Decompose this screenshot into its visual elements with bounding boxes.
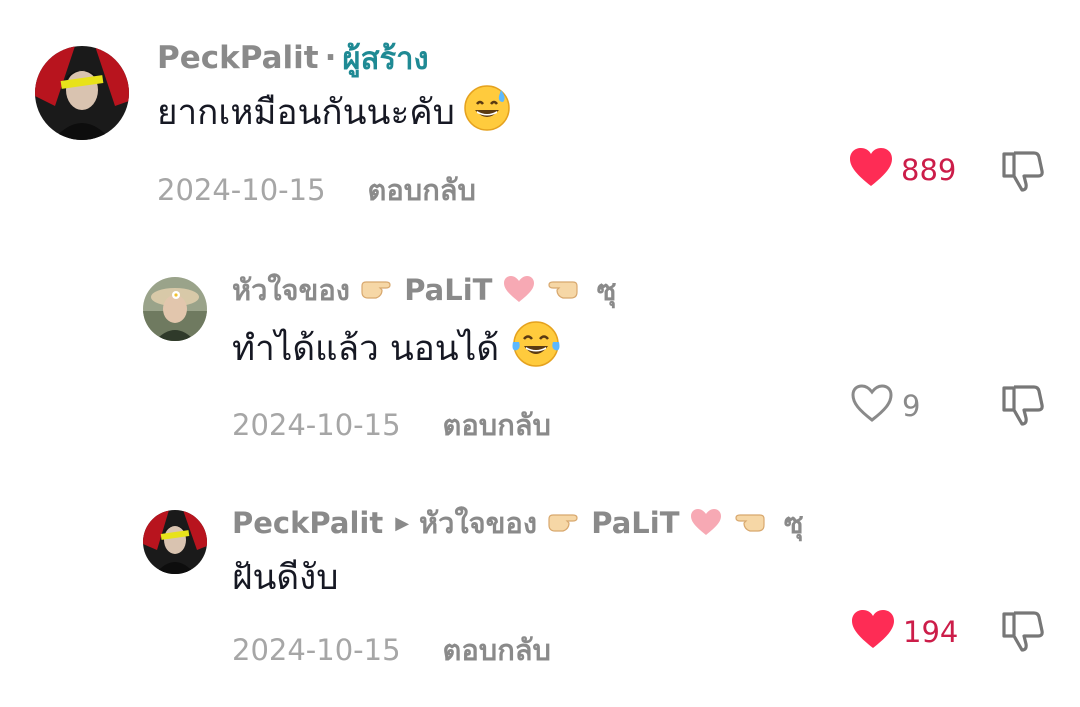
thumbs-down-icon [1000,385,1046,432]
dislike-button[interactable] [1000,148,1046,198]
like-button[interactable]: 9 [850,383,921,430]
reply-header: หัวใจของ PaLiT ซุ [232,270,616,310]
comment-text-content: ทำได้แล้ว นอนได้ [232,328,500,369]
comment-meta: 2024-10-15 ตอบกลับ [157,170,476,210]
heart-outline-icon [850,383,894,430]
comment-text-content: ยากเหมือนกันนะคับ [157,92,455,133]
reply-item: หัวใจของ PaLiT ซุ ทำได้แล้ว นอนได้ 2024-… [0,240,1080,465]
pink-heart-emoji-icon [503,275,535,310]
reply-button[interactable]: ตอบกลับ [443,402,551,448]
like-button[interactable]: 889 [849,147,957,194]
avatar[interactable] [35,46,129,140]
like-count: 9 [902,389,921,423]
like-count: 889 [901,153,957,187]
reply-text: ฝันดีงับ [232,551,338,603]
reply-to-username[interactable]: หัวใจของ PaLiT ซุ [419,500,803,546]
username-part: หัวใจของ [232,273,350,307]
avatar-image [143,510,207,574]
separator: · [324,40,337,76]
reply-item: PeckPalit ▶ หัวใจของ PaLiT ซุ ฝันดีงับ 2… [0,465,1080,707]
reply-to-arrow-icon: ▶ [395,512,410,534]
like-count: 194 [903,615,959,649]
username[interactable]: PeckPalit [157,40,319,76]
comment-date: 2024-10-15 [232,408,401,442]
username-part: PaLiT [404,273,493,307]
comment-header: PeckPalit · ผู้สร้าง [157,38,429,78]
comment-date: 2024-10-15 [232,633,401,667]
creator-badge: ผู้สร้าง [342,41,429,77]
pointing-left-emoji-icon [545,275,579,309]
avatar-image [35,46,129,140]
avatar[interactable] [143,510,207,574]
username[interactable]: หัวใจของ PaLiT ซุ [232,267,616,313]
username-part: PaLiT [591,506,680,540]
reply-text: ทำได้แล้ว นอนได้ [232,320,561,377]
username-part: ซุ [783,506,804,540]
thumbs-down-icon [1000,611,1046,658]
username[interactable]: PeckPalit [232,506,383,540]
heart-filled-icon [849,147,893,194]
avatar[interactable] [143,277,207,341]
pointing-left-emoji-icon [732,508,766,542]
pink-heart-emoji-icon [690,508,722,543]
comment-text: ยากเหมือนกันนะคับ [157,84,511,141]
dislike-button[interactable] [1000,608,1046,658]
username-part: หัวใจของ [419,506,538,540]
reply-button[interactable]: ตอบกลับ [443,627,551,673]
tears-of-joy-emoji-icon [511,320,561,377]
thumbs-down-icon [1000,151,1046,198]
pointing-right-emoji-icon [360,275,394,309]
reply-meta: 2024-10-15 ตอบกลับ [232,630,551,670]
reply-header: PeckPalit ▶ หัวใจของ PaLiT ซุ [232,503,804,543]
comment-item: PeckPalit · ผู้สร้าง ยากเหมือนกันนะคับ 2… [0,0,1080,240]
reply-meta: 2024-10-15 ตอบกลับ [232,405,551,445]
grinning-sweat-emoji-icon [463,84,511,141]
heart-filled-icon [851,609,895,656]
avatar-image [143,277,207,341]
comment-date: 2024-10-15 [157,173,326,207]
dislike-button[interactable] [1000,382,1046,432]
like-button[interactable]: 194 [851,609,959,656]
reply-button[interactable]: ตอบกลับ [368,167,476,213]
username-part: ซุ [596,273,617,307]
pointing-right-emoji-icon [547,508,581,542]
comment-text-content: ฝันดีงับ [232,557,339,598]
